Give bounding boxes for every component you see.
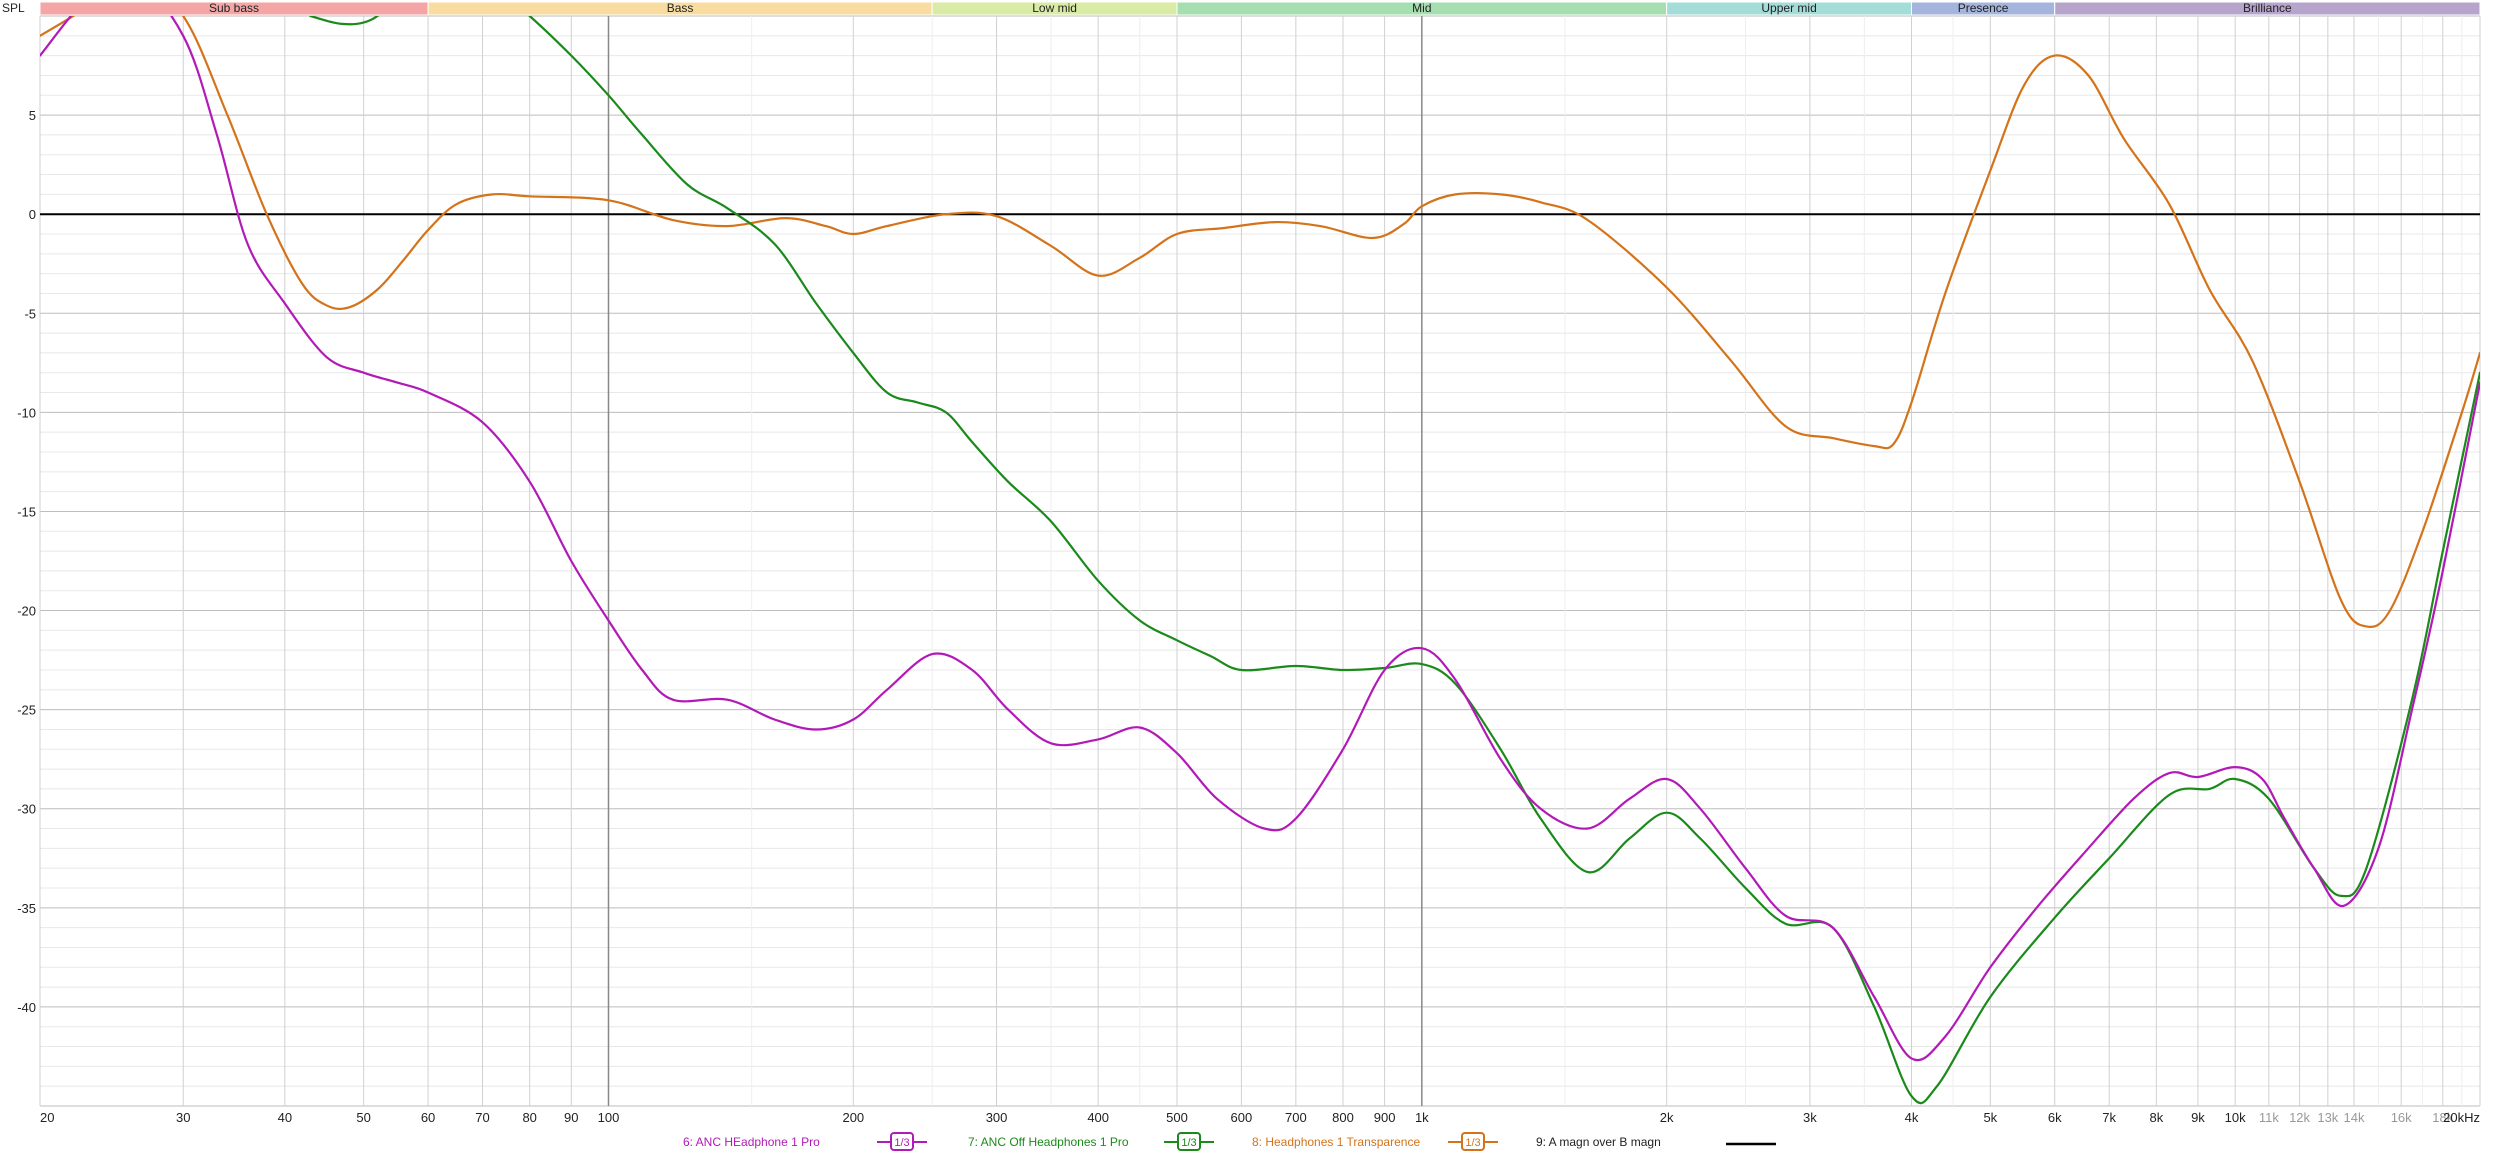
x-tick-label: 30	[176, 1110, 190, 1125]
band-label: Low mid	[1032, 1, 1077, 15]
band-label: Presence	[1958, 1, 2009, 15]
legend-smoothing-label: 1/3	[1181, 1137, 1196, 1149]
x-tick-label: 1k	[1415, 1110, 1429, 1125]
legend-label: 9: A magn over B magn	[1536, 1135, 1661, 1149]
x-tick-labels: 20 30 40 50 60 70 80 90 100 200 300 400 500 600 700 800…	[40, 1110, 2480, 1125]
legend-smoothing-label: 1/3	[894, 1137, 909, 1149]
x-tick-label: 70	[475, 1110, 489, 1125]
x-tick-label: 600	[1231, 1110, 1253, 1125]
x-tick-label: 200	[842, 1110, 864, 1125]
x-tick-label: 40	[278, 1110, 292, 1125]
y-tick-label: -40	[17, 1000, 36, 1015]
band-label: Bass	[667, 1, 694, 15]
x-tick-label: 20	[40, 1110, 54, 1125]
legend-smoothing-label: 1/3	[1465, 1137, 1480, 1149]
x-tick-label: 9k	[2191, 1110, 2205, 1125]
x-tick-label: 13k	[2317, 1110, 2338, 1125]
x-tick-label: 80	[522, 1110, 536, 1125]
x-tick-label: 16k	[2391, 1110, 2412, 1125]
plot-area	[40, 16, 2480, 1106]
x-tick-label: 12k	[2289, 1110, 2310, 1125]
band-label: Brilliance	[2243, 1, 2292, 15]
x-tick-label: 8k	[2149, 1110, 2163, 1125]
y-tick-label: -15	[17, 504, 36, 519]
x-tick-label: 60	[421, 1110, 435, 1125]
legend: 6: ANC HEadphone 1 Pro 1/3 7: ANC Off Head…	[683, 1132, 1776, 1151]
x-tick-label: 90	[564, 1110, 578, 1125]
legend-label: 7: ANC Off Headphones 1 Pro	[968, 1135, 1129, 1149]
y-tick-label: -25	[17, 703, 36, 718]
frequency-band-strip: Sub bass Bass Low mid Mid Upper mid Presence B…	[39, 1, 2481, 16]
y-axis-label: SPL	[2, 1, 25, 15]
band-label: Sub bass	[209, 1, 259, 15]
x-tick-label: 300	[986, 1110, 1008, 1125]
y-tick-label: -5	[24, 306, 36, 321]
x-tick-label: 400	[1087, 1110, 1109, 1125]
x-tick-label: 800	[1332, 1110, 1354, 1125]
x-tick-label: 10k	[2225, 1110, 2246, 1125]
band-label: Mid	[1412, 1, 1431, 15]
x-tick-label: 14k	[2344, 1110, 2365, 1125]
x-tick-label: 500	[1166, 1110, 1188, 1125]
y-tick-label: 0	[29, 207, 36, 222]
y-tick-label: -30	[17, 802, 36, 817]
x-tick-label: 700	[1285, 1110, 1307, 1125]
x-tick-label: 5k	[1983, 1110, 1997, 1125]
y-tick-label: 5	[29, 108, 36, 123]
x-tick-label: 900	[1374, 1110, 1396, 1125]
y-tick-label: -20	[17, 604, 36, 619]
x-tick-label: 6k	[2048, 1110, 2062, 1125]
x-tick-label: 20kHz	[2443, 1110, 2480, 1125]
x-tick-label: 7k	[2102, 1110, 2116, 1125]
x-tick-label: 11k	[2259, 1110, 2279, 1125]
x-tick-label: 3k	[1803, 1110, 1817, 1125]
legend-label: 8: Headphones 1 Transparence	[1252, 1135, 1420, 1149]
x-tick-label: 50	[356, 1110, 370, 1125]
x-tick-label: 2k	[1660, 1110, 1674, 1125]
y-tick-labels: 5 0 -5 -10 -15 -20 -25 -30 -35 -40	[17, 108, 36, 1015]
x-tick-label: 100	[598, 1110, 620, 1125]
legend-label: 6: ANC HEadphone 1 Pro	[683, 1135, 820, 1149]
x-tick-label: 4k	[1905, 1110, 1919, 1125]
frequency-response-chart: Sub bass Bass Low mid Mid Upper mid Presence B…	[2, 1, 2481, 1151]
band-label: Upper mid	[1761, 1, 1816, 15]
y-tick-label: -10	[17, 405, 36, 420]
y-tick-label: -35	[17, 901, 36, 916]
